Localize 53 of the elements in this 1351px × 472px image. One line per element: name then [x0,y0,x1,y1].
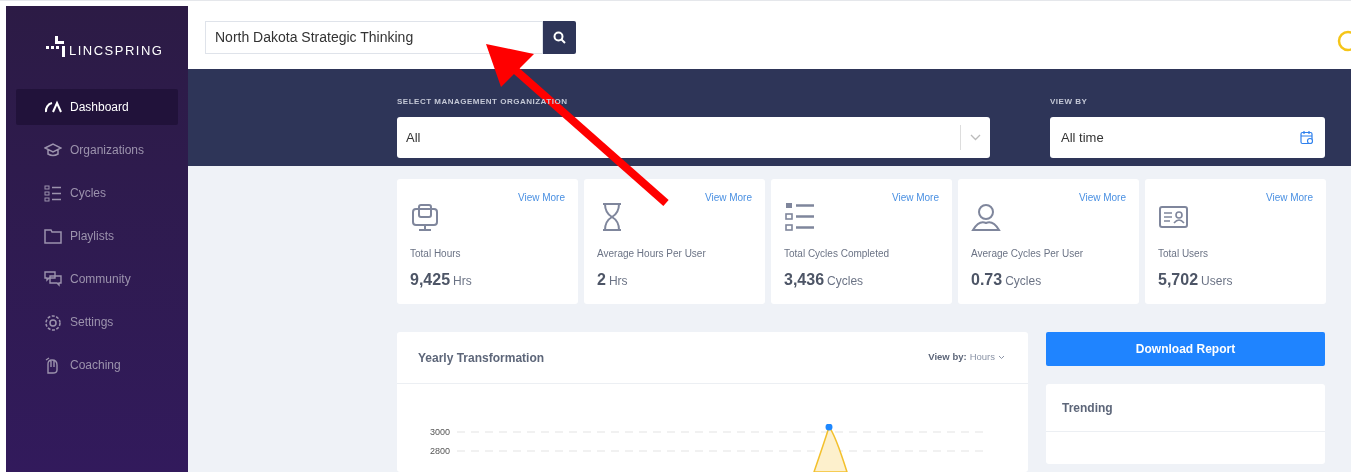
logo-icon [46,34,68,59]
date-range-field[interactable]: All time [1050,116,1325,158]
card-title: Yearly Transformation [418,349,545,367]
filter-label: VIEW BY [1050,95,1089,108]
view-by-dropdown[interactable]: View by: Hours [928,350,1005,365]
stat-unit: Cycles [1005,273,1042,290]
sidebar-item[interactable]: Community [16,261,178,297]
axis-label: 3000 [430,427,451,437]
stat-label: Total Users [1158,247,1209,261]
stat-value: 3,436 [784,270,825,290]
view-more-link[interactable]: View More [1265,190,1313,205]
chevron-down-icon [998,355,1005,360]
search-button[interactable] [543,20,576,54]
sidebar-item[interactable]: Coaching [16,347,178,383]
sidebar-item[interactable]: Organizations [16,132,178,168]
calendar-icon [1300,129,1314,145]
card-title: Trending [1062,399,1113,417]
view-more-link[interactable]: View More [517,190,565,205]
select-value: All [405,128,422,147]
sidebar-item[interactable]: Playlists [16,218,178,254]
stat-label: Average Cycles Per User [971,247,1085,261]
stat-value: 0.73 [971,270,1003,290]
search-field[interactable]: North Dakota Strategic Thinking [205,20,543,54]
sidebar-item[interactable]: Settings [16,304,178,340]
view-more-link[interactable]: View More [891,190,939,205]
stat-unit: Hrs [608,273,628,290]
sidebar-item[interactable]: Cycles [16,175,178,211]
folder-icon [44,227,62,245]
axis-label: 2800 [430,446,451,456]
stat-value: 9,425 [410,270,451,290]
stat-unit: Hrs [453,273,472,290]
stat-label: Average Hours Per User [597,247,707,261]
stat-label: Total Hours [410,247,462,261]
stat-label: Total Cycles Completed [784,247,891,261]
organization-select[interactable]: All [397,116,990,158]
stat-unit: Cycles [827,273,864,290]
view-more-link[interactable]: View More [1078,190,1126,205]
list-icon [784,201,816,233]
settings-icon [44,313,62,331]
sidebar-item[interactable]: Dashboard [16,89,178,125]
stat-value: 2 [597,270,606,290]
chat-bubbles-icon [44,270,62,288]
user-icon [971,201,1003,233]
download-report-button[interactable]: Download Report [1046,332,1325,366]
logo-text: LINCSPRING [69,41,164,60]
graduation-cap-icon [44,141,62,159]
search-icon [553,30,566,44]
list-icon [44,184,62,202]
view-more-link[interactable]: View More [704,190,752,205]
stat-value: 5,702 [1158,270,1199,290]
field-value: All time [1061,128,1104,147]
chevron-down-icon [970,133,981,141]
stat-unit: Users [1201,273,1233,290]
